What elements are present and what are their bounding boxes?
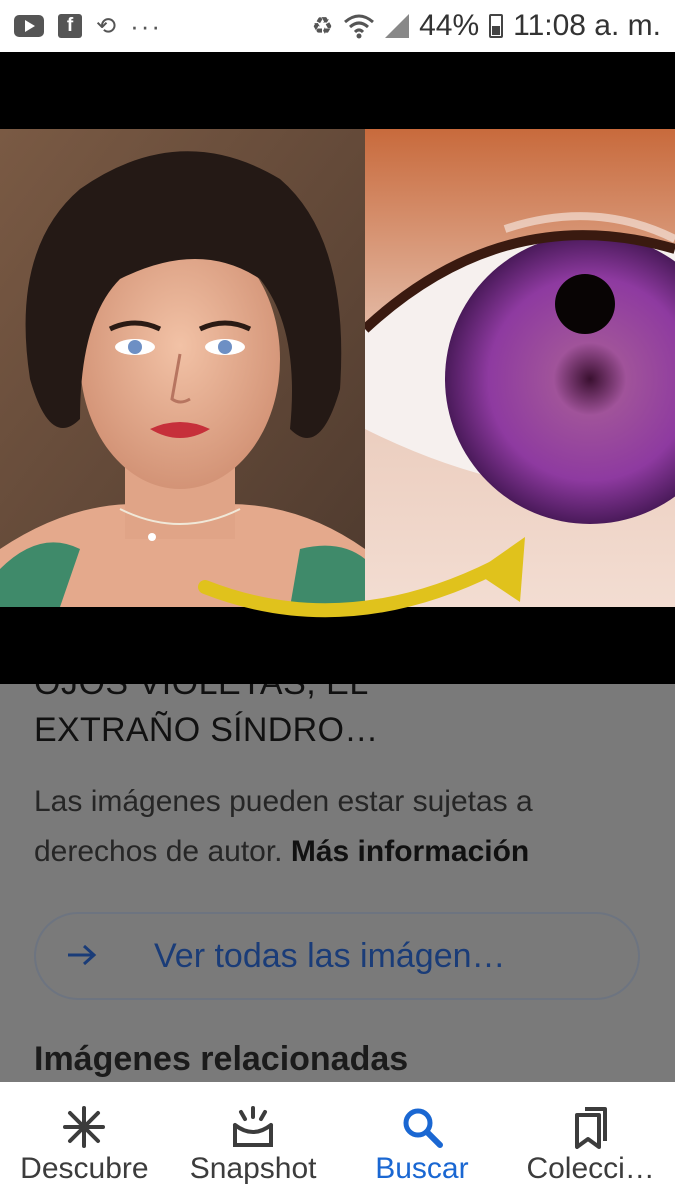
see-all-images-button[interactable]: Ver todas las imágen…: [34, 912, 640, 1000]
flipboard-notification-icon: f: [58, 14, 82, 38]
nav-collections-label: Colecci…: [526, 1152, 655, 1185]
see-all-images-label: Ver todas las imágen…: [154, 936, 506, 975]
sync-notification-icon: ⟲: [96, 12, 117, 40]
bottom-navigation: Descubre Snapshot Buscar Colecci…: [0, 1082, 675, 1200]
data-saver-icon: ♻: [311, 12, 334, 40]
bookmarks-icon: [571, 1102, 611, 1152]
search-icon: [400, 1102, 444, 1152]
nav-snapshot-label: Snapshot: [189, 1152, 317, 1185]
arrow-right-icon: [66, 938, 106, 975]
result-title[interactable]: EXTRAÑO SÍNDRO…: [34, 711, 379, 750]
more-notifications-icon: ···: [130, 10, 163, 41]
more-info-link[interactable]: Más información: [291, 835, 529, 868]
youtube-notification-icon: [14, 15, 44, 37]
related-images-heading: Imágenes relacionadas: [34, 1040, 409, 1078]
result-panel: OJOS VIOLETAS, EL EXTRAÑO SÍNDRO… Las im…: [0, 684, 675, 1082]
yellow-arrow-graphic: [198, 537, 525, 618]
battery-icon: [489, 14, 504, 38]
battery-percent: 44%: [419, 9, 480, 42]
clock: 11:08 a. m.: [513, 9, 661, 42]
nav-discover[interactable]: Descubre: [0, 1082, 169, 1200]
cell-signal-icon: [385, 14, 410, 38]
nav-search-label: Buscar: [375, 1152, 469, 1185]
nav-search[interactable]: Buscar: [338, 1082, 507, 1200]
image-viewer[interactable]: [0, 52, 675, 684]
copyright-notice: Las imágenes pueden estar sujetas a dere…: [34, 777, 634, 877]
asterisk-icon: [62, 1102, 106, 1152]
nav-discover-label: Descubre: [20, 1152, 149, 1185]
nav-collections[interactable]: Colecci…: [506, 1082, 675, 1200]
nav-snapshot[interactable]: Snapshot: [169, 1082, 338, 1200]
status-bar: f ⟲ ··· ♻ 44% 11:08 a. m.: [0, 0, 675, 52]
result-title-partial: OJOS VIOLETAS, EL: [34, 684, 369, 703]
wifi-icon: [344, 14, 375, 39]
snapshot-tray-icon: [229, 1102, 277, 1152]
